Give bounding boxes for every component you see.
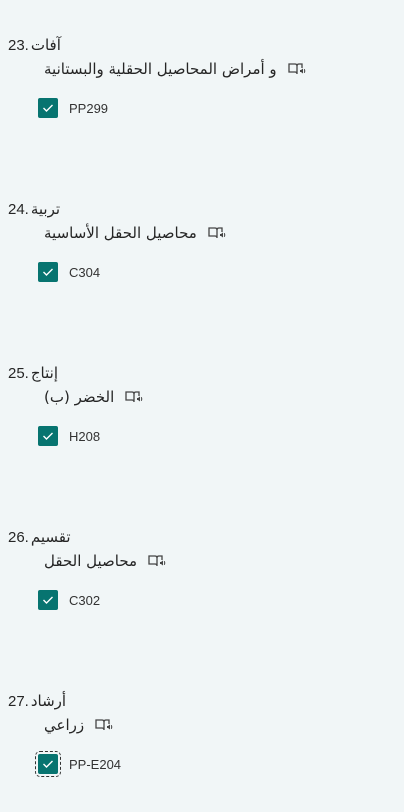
- option-checkbox-row[interactable]: C302: [38, 588, 100, 612]
- question-number: 27.: [8, 692, 29, 710]
- question-title-text: أرشاد: [30, 692, 67, 710]
- question-subtitle-row: محاصيل الحقل الأساسية: [44, 222, 227, 244]
- checkbox-checked[interactable]: [38, 98, 58, 118]
- option-checkbox-row[interactable]: PP-E204: [35, 751, 122, 777]
- option-checkbox-row[interactable]: C304: [38, 260, 100, 284]
- immersive-reader-icon[interactable]: [94, 717, 114, 733]
- option-label: C302: [69, 592, 101, 608]
- check-icon: [43, 760, 53, 768]
- immersive-reader-icon[interactable]: [207, 225, 227, 241]
- question-subtitle: و أمراض المحاصيل الحقلية والبستانية: [44, 60, 277, 78]
- question-number: 25.: [8, 364, 29, 382]
- check-icon: [43, 596, 53, 604]
- question-title: 26. تقسيم: [8, 526, 71, 548]
- checkbox-checked[interactable]: [38, 262, 58, 282]
- question-subtitle-row: الخضر (ب): [44, 386, 144, 408]
- question-title: 27. أرشاد: [8, 690, 66, 712]
- check-icon: [43, 104, 53, 112]
- option-label: PP299: [69, 100, 109, 116]
- immersive-reader-icon[interactable]: [287, 61, 307, 77]
- question-subtitle: محاصيل الحقل الأساسية: [44, 224, 197, 242]
- question-number: 23.: [8, 36, 29, 54]
- question-title: 23. آفات: [8, 34, 61, 56]
- question-subtitle-row: و أمراض المحاصيل الحقلية والبستانية: [44, 58, 307, 80]
- check-icon: [43, 432, 53, 440]
- question-subtitle: زراعي: [44, 716, 85, 734]
- question-subtitle-row: محاصيل الحقل: [44, 550, 167, 572]
- question-number: 26.: [8, 528, 29, 546]
- question-title-text: إنتاج: [30, 364, 58, 382]
- question-title-text: تقسيم: [30, 528, 71, 546]
- immersive-reader-icon[interactable]: [124, 389, 144, 405]
- immersive-reader-icon[interactable]: [147, 553, 167, 569]
- question-subtitle: محاصيل الحقل: [44, 552, 138, 570]
- checkbox-checked-focused[interactable]: [35, 751, 61, 777]
- check-icon: [43, 268, 53, 276]
- question-title-text: آفات: [30, 36, 61, 54]
- option-label: H208: [69, 428, 101, 444]
- question-title: 24. تربية: [8, 198, 60, 220]
- option-label: PP-E204: [69, 756, 122, 772]
- question-subtitle: الخضر (ب): [44, 388, 115, 406]
- option-label: C304: [69, 264, 101, 280]
- question-number: 24.: [8, 200, 29, 218]
- option-checkbox-row[interactable]: H208: [38, 424, 100, 448]
- option-checkbox-row[interactable]: PP299: [38, 96, 108, 120]
- question-title: 25. إنتاج: [8, 362, 58, 384]
- question-subtitle-row: زراعي: [44, 714, 114, 736]
- checkbox-checked[interactable]: [38, 426, 58, 446]
- checkbox-checked[interactable]: [38, 590, 58, 610]
- question-title-text: تربية: [30, 200, 61, 218]
